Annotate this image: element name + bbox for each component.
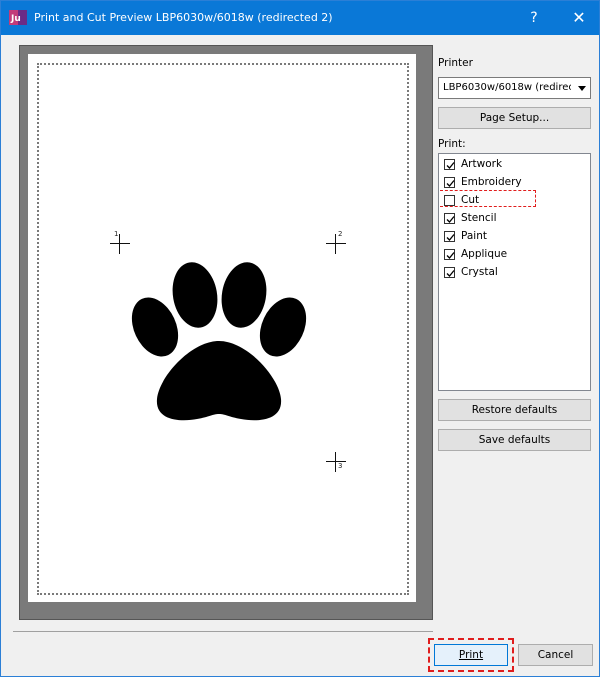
printer-dropdown[interactable]: LBP6030w/6018w (redirec bbox=[438, 77, 591, 99]
registration-number-1: 1 bbox=[114, 230, 119, 238]
cancel-button[interactable]: Cancel bbox=[518, 644, 593, 666]
registration-mark-3: 3 bbox=[326, 452, 346, 472]
window-title: Print and Cut Preview LBP6030w/6018w (re… bbox=[34, 11, 333, 24]
checkmark-icon bbox=[446, 270, 455, 277]
checkmark-icon bbox=[446, 162, 455, 169]
embroidery-checkbox[interactable] bbox=[444, 177, 455, 188]
printer-label: Printer bbox=[438, 57, 473, 69]
registration-number-3: 3 bbox=[338, 462, 343, 470]
checkmark-icon bbox=[446, 216, 455, 223]
registration-number-2: 2 bbox=[338, 230, 343, 238]
stencil-checkbox[interactable] bbox=[444, 213, 455, 224]
cut-highlight-annotation bbox=[440, 190, 536, 207]
print-button[interactable]: Print bbox=[434, 644, 508, 666]
checkmark-icon bbox=[446, 252, 455, 259]
crystal-label: Crystal bbox=[461, 266, 498, 278]
stencil-label: Stencil bbox=[461, 212, 497, 224]
restore-defaults-button[interactable]: Restore defaults bbox=[438, 399, 591, 421]
print-options-label: Print: bbox=[438, 138, 466, 150]
print-preview-area: 1 2 3 bbox=[19, 45, 433, 620]
save-defaults-button[interactable]: Save defaults bbox=[438, 429, 591, 451]
registration-mark-2: 2 bbox=[326, 230, 346, 254]
preview-page: 1 2 3 bbox=[28, 54, 416, 602]
chevron-down-icon bbox=[578, 86, 586, 91]
applique-checkbox[interactable] bbox=[444, 249, 455, 260]
paint-checkbox[interactable] bbox=[444, 231, 455, 242]
checkmark-icon bbox=[446, 234, 455, 241]
print-items-list: Artwork Embroidery Cut Stencil Paint App… bbox=[438, 153, 591, 391]
svg-text:Ju: Ju bbox=[10, 14, 21, 24]
embroidery-label: Embroidery bbox=[461, 176, 522, 188]
page-setup-button[interactable]: Page Setup... bbox=[438, 107, 591, 129]
paint-label: Paint bbox=[461, 230, 487, 242]
checkmark-icon bbox=[446, 180, 455, 187]
footer-separator bbox=[13, 631, 433, 632]
paw-print-icon bbox=[131, 262, 307, 421]
app-logo-icon: Ju bbox=[9, 10, 27, 25]
printer-dropdown-value: LBP6030w/6018w (redirec bbox=[443, 82, 571, 93]
registration-mark-1: 1 bbox=[110, 230, 130, 254]
applique-label: Applique bbox=[461, 248, 508, 260]
artwork-checkbox[interactable] bbox=[444, 159, 455, 170]
print-button-label: Print bbox=[458, 649, 484, 661]
crystal-checkbox[interactable] bbox=[444, 267, 455, 278]
help-button[interactable]: ? bbox=[514, 1, 554, 35]
print-cut-preview-dialog: Ju Print and Cut Preview LBP6030w/6018w … bbox=[0, 0, 600, 677]
artwork-label: Artwork bbox=[461, 158, 503, 170]
title-bar[interactable]: Ju Print and Cut Preview LBP6030w/6018w … bbox=[1, 1, 599, 35]
close-button[interactable]: ✕ bbox=[559, 1, 599, 35]
